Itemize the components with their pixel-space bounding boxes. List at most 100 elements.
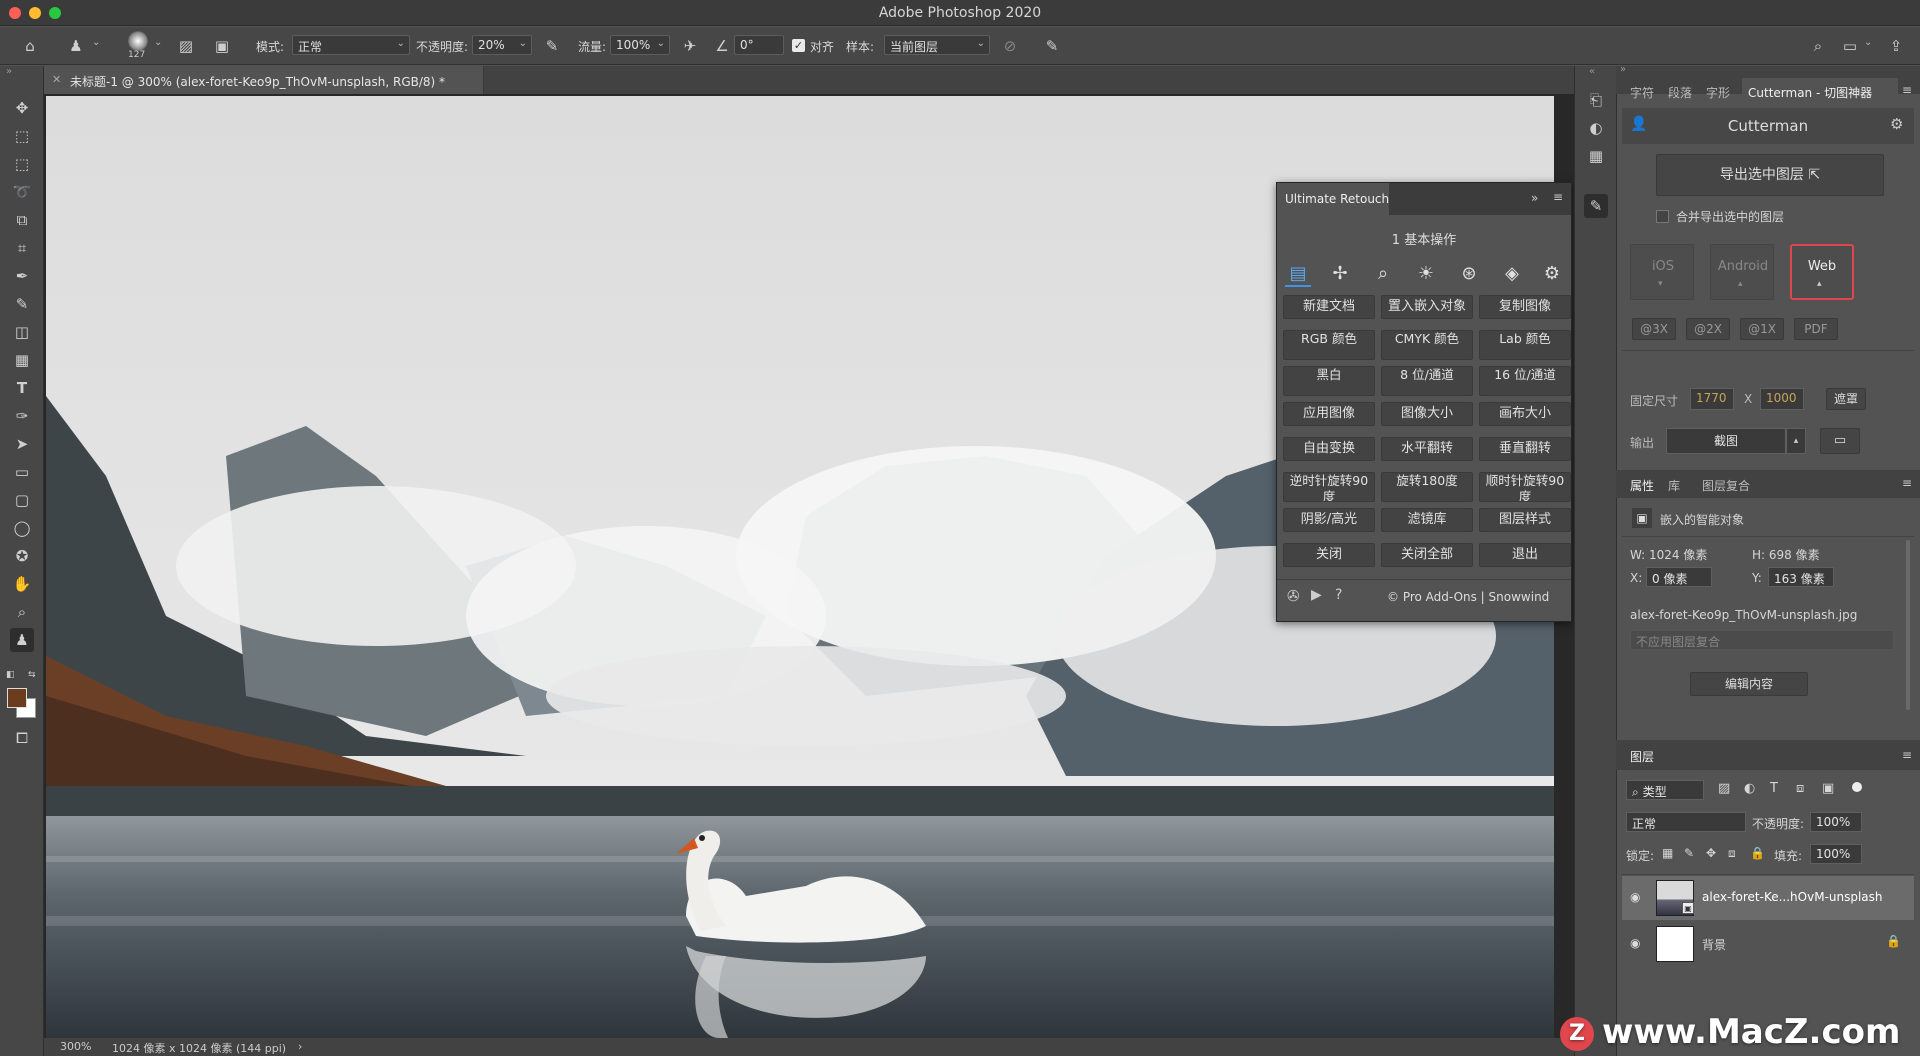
platform-ios-button[interactable]: iOS ▾ [1630,244,1694,300]
scale-3x-button[interactable]: @3X [1632,318,1676,340]
lock-all-icon[interactable]: 🔒 [1750,846,1765,860]
retouch-action-button[interactable]: 阴影/高光 [1283,508,1375,532]
retouch-action-button[interactable]: 图层样式 [1479,508,1571,532]
custom-shape-tool-icon[interactable]: ✪ [10,544,34,568]
rectangle-tool-icon[interactable]: ▭ [10,460,34,484]
panel-menu-icon[interactable]: ≡ [1902,748,1912,762]
platform-web-button[interactable]: Web ▴ [1790,244,1854,300]
color-circles-icon[interactable]: ⊛ [1456,261,1482,287]
chevron-down-icon[interactable]: ⌄ [154,37,162,48]
gradient-tool-icon[interactable]: ▦ [10,348,34,372]
retouch-action-button[interactable]: 新建文档 [1283,295,1375,319]
eye-icon[interactable]: ◉ [1630,890,1640,904]
pen-tool-icon[interactable]: ✑ [10,404,34,428]
layer-opacity-input[interactable]: 100% [1810,812,1862,832]
fixed-width-input[interactable]: 1770 [1690,388,1734,410]
fill-input[interactable]: 100% [1810,844,1862,864]
zoom-level[interactable]: 300% [60,1040,91,1053]
edit-panel-icon[interactable]: ✎ [1584,194,1608,218]
clone-stamp-tool-icon[interactable]: ♟ [10,628,34,652]
filter-toggle-icon[interactable] [1852,782,1862,792]
layer-row[interactable]: ◉ 背景 🔒 [1622,922,1914,966]
brush-tool-icon[interactable]: ✎ [10,292,34,316]
properties-scrollbar[interactable] [1906,540,1910,710]
adjustment-filter-icon[interactable]: ◐ [1744,781,1755,796]
brush-settings-icon[interactable]: ▨ [176,36,196,56]
lock-pixels-icon[interactable]: ✎ [1684,846,1694,860]
tab-properties[interactable]: 属性 [1630,477,1654,494]
settings-gear-icon[interactable]: ⚙ [1890,115,1903,133]
document-icon[interactable]: ▤ [1285,261,1311,287]
retouch-action-button[interactable]: 退出 [1479,543,1571,567]
pressure-opacity-icon[interactable]: ✎ [542,36,562,56]
rounded-rect-tool-icon[interactable]: ▢ [10,488,34,512]
pro-addons-icon[interactable]: ✇ [1287,587,1300,605]
retouch-action-button[interactable]: 置入嵌入对象 [1381,295,1473,319]
merge-export-checkbox[interactable] [1656,210,1669,223]
layer-row[interactable]: ◉ ▣ alex-foret-Ke...hOvM-unsplash [1622,876,1914,920]
mode-select[interactable]: 正常 ⌄ [292,35,410,55]
collapse-toolbar-icon[interactable]: » [6,66,12,77]
retouch-action-button[interactable]: 自由变换 [1283,437,1375,461]
eye-icon[interactable]: ◉ [1630,936,1640,950]
retouch-action-button[interactable]: 水平翻转 [1381,437,1473,461]
ellipse-tool-icon[interactable]: ◯ [10,516,34,540]
mask-button[interactable]: 遮罩 [1826,388,1866,410]
ignore-adjustment-layers-icon[interactable]: ⊘ [1000,36,1020,56]
retouch-action-button[interactable]: 旋转180度 [1381,472,1473,502]
collapse-strip-icon[interactable]: « [1589,66,1595,77]
pressure-size-icon[interactable]: ✎ [1042,36,1062,56]
retouch-action-button[interactable]: Lab 颜色 [1479,330,1571,360]
opacity-input[interactable]: 20% ⌄ [472,35,532,55]
retouch-action-button[interactable]: 逆时针旋转90度 [1283,472,1375,502]
smart-object-filter-icon[interactable]: ▣ [1822,781,1834,796]
layer-comp-select[interactable]: 不应用图层复合 [1630,630,1894,650]
blend-mode-select[interactable]: 正常 [1626,812,1746,832]
search-icon[interactable]: ⌕ [1370,261,1396,287]
foreground-color-swatch[interactable] [7,688,27,708]
layer-filter-select[interactable]: ⌕ 类型 [1626,780,1704,800]
tab-layers[interactable]: 图层 [1630,748,1654,765]
fixed-height-input[interactable]: 1000 [1760,388,1804,410]
retouch-action-button[interactable]: 复制图像 [1479,295,1571,319]
retouch-action-button[interactable]: 图像大小 [1381,402,1473,426]
retouch-action-button[interactable]: 滤镜库 [1381,508,1473,532]
panel-menu-icon[interactable]: ≡ [1902,476,1912,490]
x-position-input[interactable]: 0 像素 [1646,567,1712,587]
color-palette-icon[interactable]: ◐ [1584,116,1608,140]
swap-colors-icon[interactable]: ⇆ [28,670,36,680]
search-icon[interactable]: ⌕ [1808,36,1828,56]
export-selected-layers-button[interactable]: 导出选中图层 ⇱ [1656,154,1884,196]
retouch-action-button[interactable]: RGB 颜色 [1283,330,1375,360]
retouch-action-button[interactable]: 关闭全部 [1381,543,1473,567]
retouch-action-button[interactable]: 16 位/通道 [1479,366,1571,396]
tab-layer-comps[interactable]: 图层复合 [1702,477,1750,494]
clone-source-icon[interactable]: ▣ [212,36,232,56]
brightness-icon[interactable]: ☀ [1413,261,1439,287]
chevron-down-icon[interactable]: ⌄ [92,37,100,48]
history-icon[interactable]: ⎗ [1584,88,1608,112]
swatches-grid-icon[interactable]: ▦ [1584,144,1608,168]
crop-tool-icon[interactable]: ⌗ [10,236,34,260]
edit-contents-button[interactable]: 编辑内容 [1690,672,1808,696]
retouch-action-button[interactable]: 画布大小 [1479,402,1571,426]
tab-character[interactable]: 字符 [1630,84,1654,101]
close-tab-icon[interactable]: ✕ [52,73,61,86]
tab-paragraph[interactable]: 段落 [1668,84,1692,101]
status-menu-icon[interactable]: › [298,1040,302,1053]
share-icon[interactable]: ⇪ [1886,36,1906,56]
angle-input[interactable]: 0° [734,35,784,55]
output-stepper-icon[interactable]: ▴ [1786,428,1806,454]
hand-tool-icon[interactable]: ✋ [10,572,34,596]
retouch-action-button[interactable]: 黑白 [1283,366,1375,396]
move-tool-icon[interactable]: ✥ [10,96,34,120]
eraser-tool-icon[interactable]: ◫ [10,320,34,344]
help-icon[interactable]: ? [1335,587,1342,603]
workspace-icon[interactable]: ▭ [1840,36,1860,56]
panel-menu-icon[interactable]: ≡ [1553,190,1563,204]
marquee-tool-icon[interactable]: ⬚ [10,152,34,176]
chevron-down-icon[interactable]: ⌄ [1864,37,1872,48]
document-tab[interactable]: ✕ 未标题-1 @ 300% (alex-foret-Keo9p_ThOvM-u… [44,66,484,94]
platform-android-button[interactable]: Android ▴ [1710,244,1774,300]
retouch-action-button[interactable]: 应用图像 [1283,402,1375,426]
